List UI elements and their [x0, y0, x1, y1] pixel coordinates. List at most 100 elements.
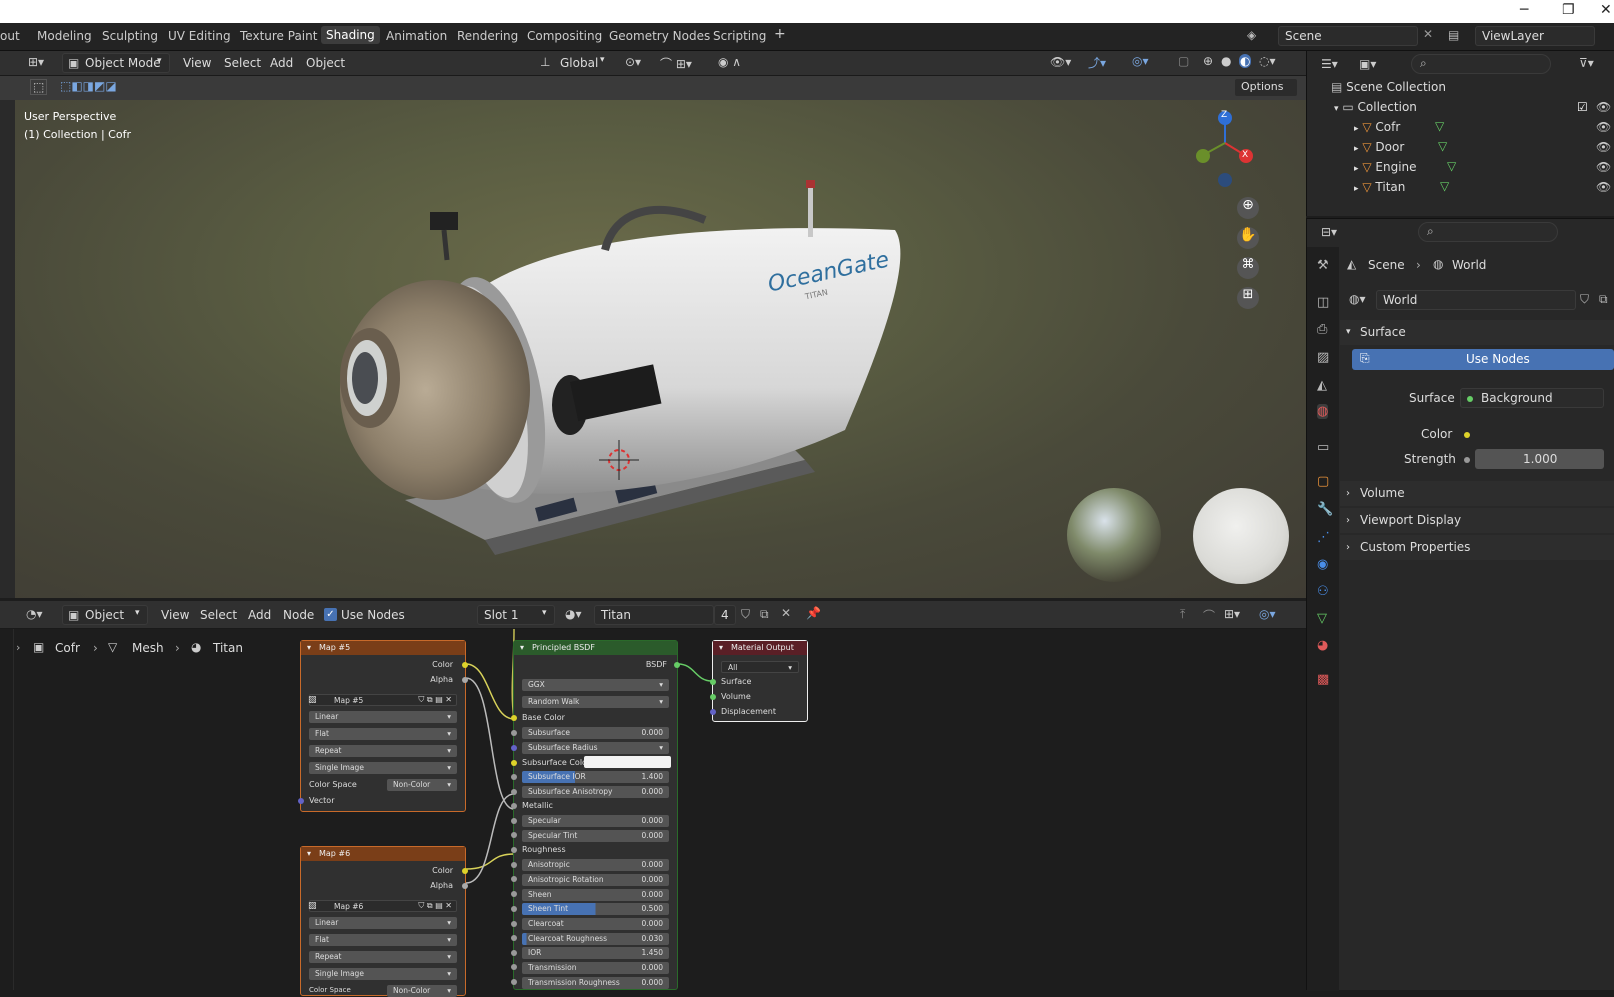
tab-scripting[interactable]: Scripting: [713, 29, 766, 43]
color-output-socket[interactable]: [462, 662, 468, 668]
node-header[interactable]: ▾ Map #6: [301, 847, 465, 861]
scene-selector[interactable]: Scene: [1278, 26, 1418, 46]
tab-shading[interactable]: Shading: [321, 26, 380, 44]
render-tab-icon[interactable]: ◫: [1317, 295, 1329, 310]
breadcrumb-world[interactable]: World: [1452, 258, 1486, 272]
specular-tint-field[interactable]: Specular Tint 0.000: [522, 830, 669, 842]
close-button[interactable]: ✕: [1600, 2, 1612, 18]
pan-hand-icon[interactable]: ✋: [1237, 227, 1259, 249]
subsurface-field[interactable]: Subsurface 0.000: [522, 727, 669, 739]
subsurface-color-swatch[interactable]: [584, 756, 671, 768]
menu-view[interactable]: View: [183, 56, 211, 70]
eye-icon[interactable]: 👁: [1596, 140, 1611, 154]
clearcoat-socket[interactable]: [511, 921, 517, 927]
mesh-data-icon[interactable]: ▽: [1435, 119, 1444, 133]
node-header[interactable]: ▾ Material Output: [713, 641, 807, 655]
output-target-select[interactable]: All ▾: [721, 661, 799, 673]
tab-modeling[interactable]: Modeling: [37, 29, 92, 43]
image-datablock-field[interactable]: ▨ Map #6 ⛉ ⧉ ▤ ✕: [308, 900, 457, 912]
image-texture-node-map6[interactable]: ▾ Map #6 Color Alpha ▨ Map #6 ⛉ ⧉ ▤ ✕ Li…: [300, 846, 468, 997]
surface-input-socket[interactable]: [710, 679, 716, 685]
options-button[interactable]: Options: [1234, 78, 1298, 97]
modifier-tab-icon[interactable]: 🔧: [1317, 502, 1333, 517]
distribution-select[interactable]: GGX ▾: [522, 679, 669, 691]
surface-shader-selector[interactable]: Background: [1460, 388, 1604, 408]
view-layer-selector[interactable]: ViewLayer: [1475, 26, 1595, 46]
material-shading-icon[interactable]: ◐: [1239, 54, 1252, 68]
shader-type-selector[interactable]: ▣ Object ▾: [62, 605, 148, 625]
filter-icon[interactable]: ⊽▾: [1579, 56, 1594, 70]
image-texture-node-map5[interactable]: ▾ Map #5 Color Alpha ▨ Map #5 ⛉ ⧉ ▤ ✕ Li…: [298, 640, 468, 812]
color-socket-icon[interactable]: [1464, 432, 1470, 438]
snap-icon[interactable]: ⌒ ⊞▾: [660, 55, 692, 72]
vector-input-socket[interactable]: [298, 798, 304, 804]
outliner-item-door[interactable]: ▸ ▽ Door: [1354, 140, 1404, 154]
subsurface-ior-socket[interactable]: [511, 774, 517, 780]
properties-search-input[interactable]: ⌕: [1418, 222, 1558, 242]
tab-sculpting[interactable]: Sculpting: [102, 29, 158, 43]
constraint-tab-icon[interactable]: ⚇: [1317, 584, 1329, 599]
subsurface-ior-field[interactable]: Subsurface IOR 1.400: [522, 771, 669, 783]
mode-selector[interactable]: ▣ Object Mode ▾: [62, 53, 170, 73]
world-tab-icon[interactable]: ◍: [1317, 404, 1329, 419]
image-actions-icons[interactable]: ⛉ ⧉ ▤ ✕: [418, 694, 452, 706]
material-users-count[interactable]: 4: [714, 605, 736, 625]
physics-tab-icon[interactable]: ◉: [1317, 557, 1328, 572]
pivot-icon[interactable]: ⊙▾: [625, 55, 641, 69]
rendered-shading-icon[interactable]: ◌▾: [1259, 54, 1276, 68]
outliner-search-input[interactable]: ⌕: [1411, 54, 1551, 74]
projection-select[interactable]: Flat ▾: [309, 728, 457, 740]
solid-shading-icon[interactable]: ●: [1221, 54, 1231, 68]
value-socket-icon[interactable]: [1464, 457, 1470, 463]
clearcoat-field[interactable]: Clearcoat 0.000: [522, 918, 669, 930]
bsdf-output-socket[interactable]: [674, 662, 680, 668]
data-tab-icon[interactable]: ▽: [1317, 611, 1327, 626]
sheen-socket[interactable]: [511, 891, 517, 897]
alpha-output-socket[interactable]: [462, 677, 468, 683]
unlink-icon[interactable]: ✕: [781, 606, 791, 620]
tool-tab-icon[interactable]: ⚒: [1317, 258, 1329, 273]
image-actions-icons[interactable]: ⛉ ⧉ ▤ ✕: [418, 900, 452, 912]
transmission-socket[interactable]: [511, 964, 517, 970]
source-select[interactable]: Single Image ▾: [309, 968, 457, 980]
custom-properties-panel-header[interactable]: › Custom Properties: [1340, 535, 1614, 560]
material-browse-icon[interactable]: ◕▾: [565, 607, 582, 621]
world-datablock-icon[interactable]: ◍▾: [1349, 292, 1366, 306]
collection-tab-icon[interactable]: ▭: [1317, 440, 1329, 455]
strength-field[interactable]: 1.000: [1475, 449, 1604, 469]
anisotropic-rotation-field[interactable]: Anisotropic Rotation 0.000: [522, 874, 669, 886]
node-menu-view[interactable]: View: [161, 608, 189, 622]
specular-tint-socket[interactable]: [511, 832, 517, 838]
subsurface-anisotropy-field[interactable]: Subsurface Anisotropy 0.000: [522, 786, 669, 798]
wireframe-shading-icon[interactable]: ⊕: [1203, 54, 1213, 68]
tab-texture-paint[interactable]: Texture Paint: [240, 29, 317, 43]
eye-icon[interactable]: 👁: [1596, 120, 1611, 134]
perspective-grid-icon[interactable]: ⊞: [1237, 287, 1259, 309]
duplicate-icon[interactable]: ⧉: [1599, 292, 1608, 307]
color-swatch[interactable]: [1475, 424, 1604, 444]
pin-icon[interactable]: 📌: [806, 606, 821, 620]
view-layer-tab-icon[interactable]: ▨: [1317, 350, 1329, 365]
xray-icon[interactable]: ▢: [1178, 54, 1189, 68]
menu-object[interactable]: Object: [306, 56, 345, 70]
tab-animation[interactable]: Animation: [386, 29, 447, 43]
collection-row[interactable]: ▾ ▭ Collection: [1334, 100, 1417, 114]
shield-icon[interactable]: ⛉: [1580, 292, 1589, 307]
outliner-item-titan[interactable]: ▸ ▽ Titan: [1354, 180, 1405, 194]
fake-user-shield-icon[interactable]: ⛉: [741, 607, 750, 622]
material-tab-icon[interactable]: ◕: [1317, 638, 1328, 653]
mesh-data-icon[interactable]: ▽: [1438, 139, 1447, 153]
select-mode-icons[interactable]: ⬚◧◨◩◪: [60, 79, 117, 93]
transmission-field[interactable]: Transmission 0.000: [522, 962, 669, 974]
volume-input-socket[interactable]: [710, 694, 716, 700]
tab-layout[interactable]: out: [0, 29, 20, 43]
subsurface-radius-socket[interactable]: [511, 745, 517, 751]
node-menu-add[interactable]: Add: [248, 608, 271, 622]
mesh-data-icon[interactable]: ▽: [1440, 179, 1449, 193]
transform-orientation-select[interactable]: Global: [560, 56, 598, 70]
ior-socket[interactable]: [511, 950, 517, 956]
3d-viewport[interactable]: User Perspective (1) Collection | Cofr O…: [15, 100, 1306, 598]
restore-button[interactable]: ❐: [1562, 2, 1575, 18]
breadcrumb-scene[interactable]: Scene: [1368, 258, 1405, 272]
scene-collection-row[interactable]: ▤ Scene Collection: [1331, 80, 1446, 94]
